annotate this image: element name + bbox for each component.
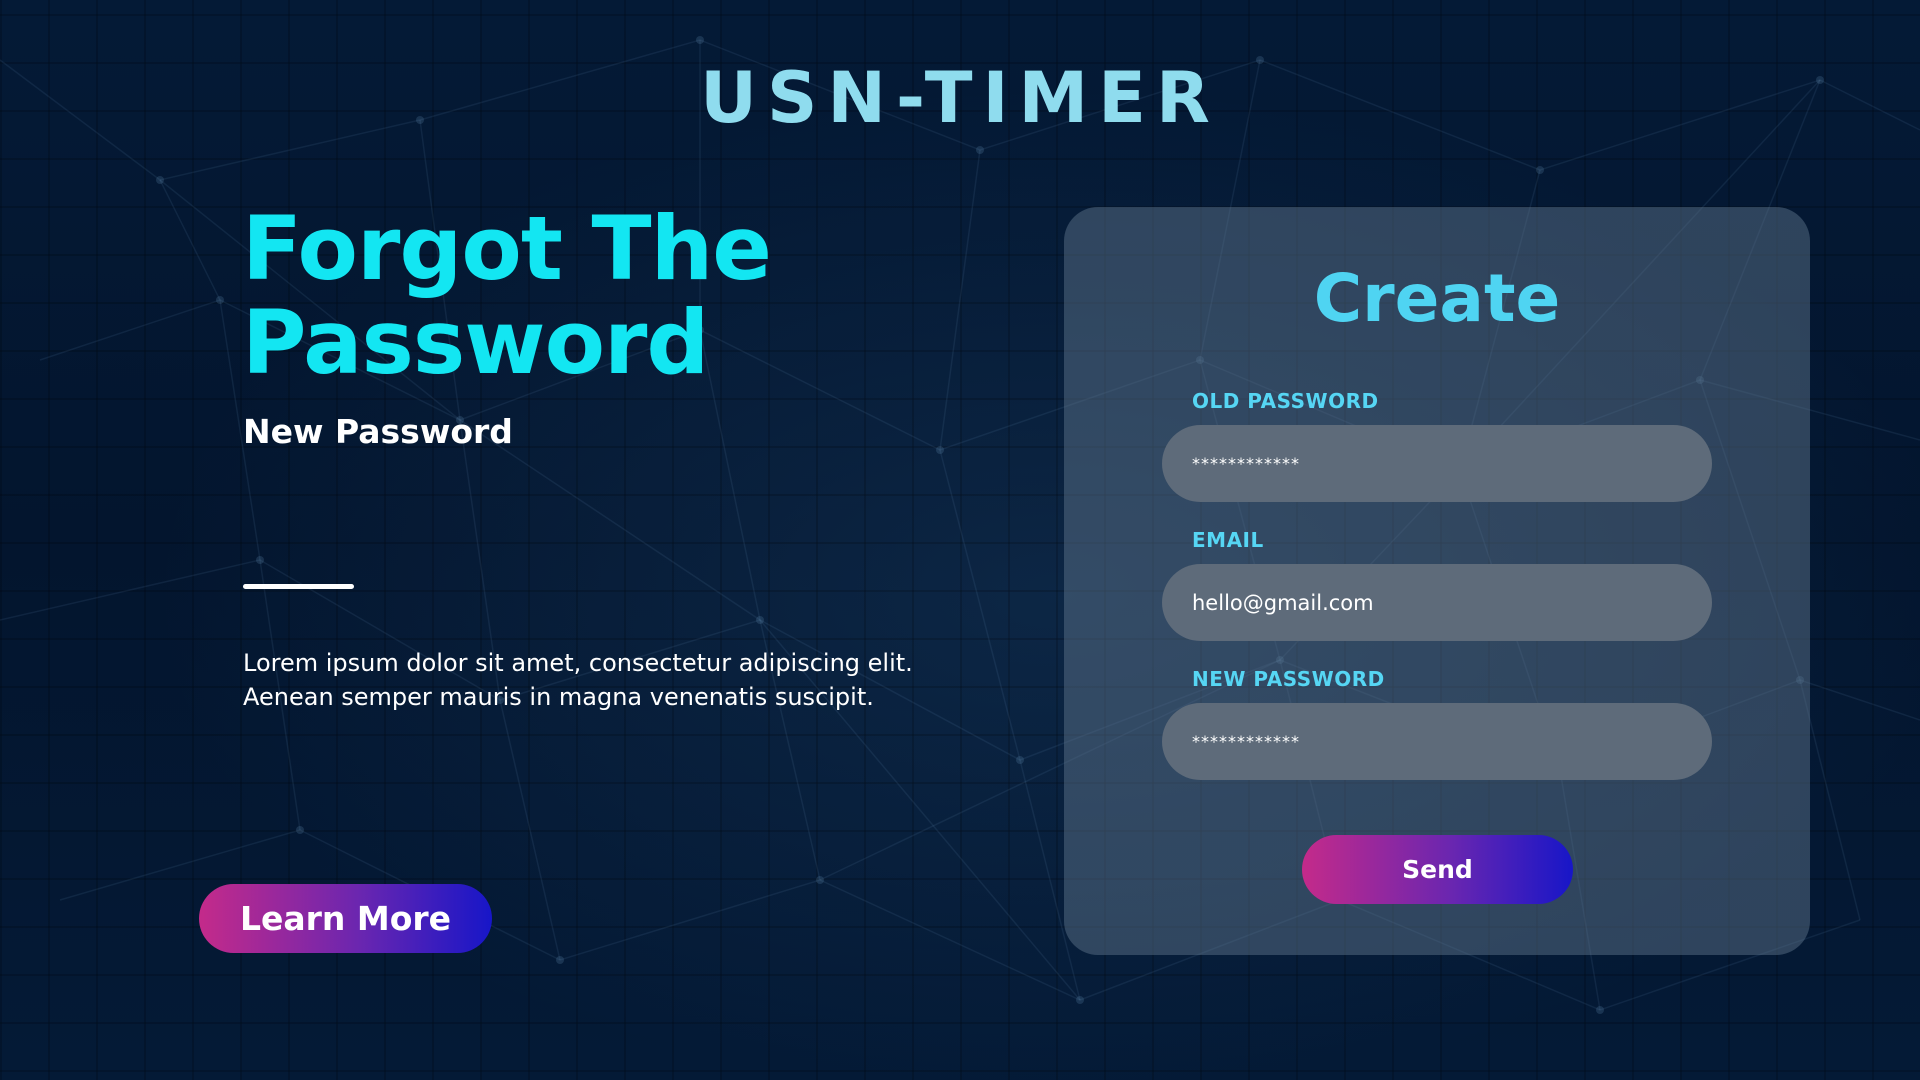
old-password-label: OLD PASSWORD xyxy=(1192,389,1379,413)
page-title-line-1: Forgot The xyxy=(242,197,772,300)
new-password-label: NEW PASSWORD xyxy=(1192,667,1385,691)
page-title-line-2: Password xyxy=(242,291,709,394)
new-password-input[interactable] xyxy=(1162,703,1712,780)
send-button[interactable]: Send xyxy=(1302,835,1573,904)
brand-logo: USN-TIMER xyxy=(700,57,1220,139)
description-line-1: Lorem ipsum dolor sit amet, consectetur … xyxy=(243,649,913,677)
description-text: Lorem ipsum dolor sit amet, consectetur … xyxy=(243,646,1003,714)
email-label: EMAIL xyxy=(1192,528,1264,552)
learn-more-button[interactable]: Learn More xyxy=(199,884,492,953)
page-title: Forgot The Password xyxy=(242,202,942,390)
old-password-input[interactable] xyxy=(1162,425,1712,502)
subheading: New Password xyxy=(243,412,513,451)
email-input[interactable] xyxy=(1162,564,1712,641)
form-title: Create xyxy=(1313,260,1561,337)
divider xyxy=(243,584,354,589)
description-line-2: Aenean semper mauris in magna venenatis … xyxy=(243,683,874,711)
